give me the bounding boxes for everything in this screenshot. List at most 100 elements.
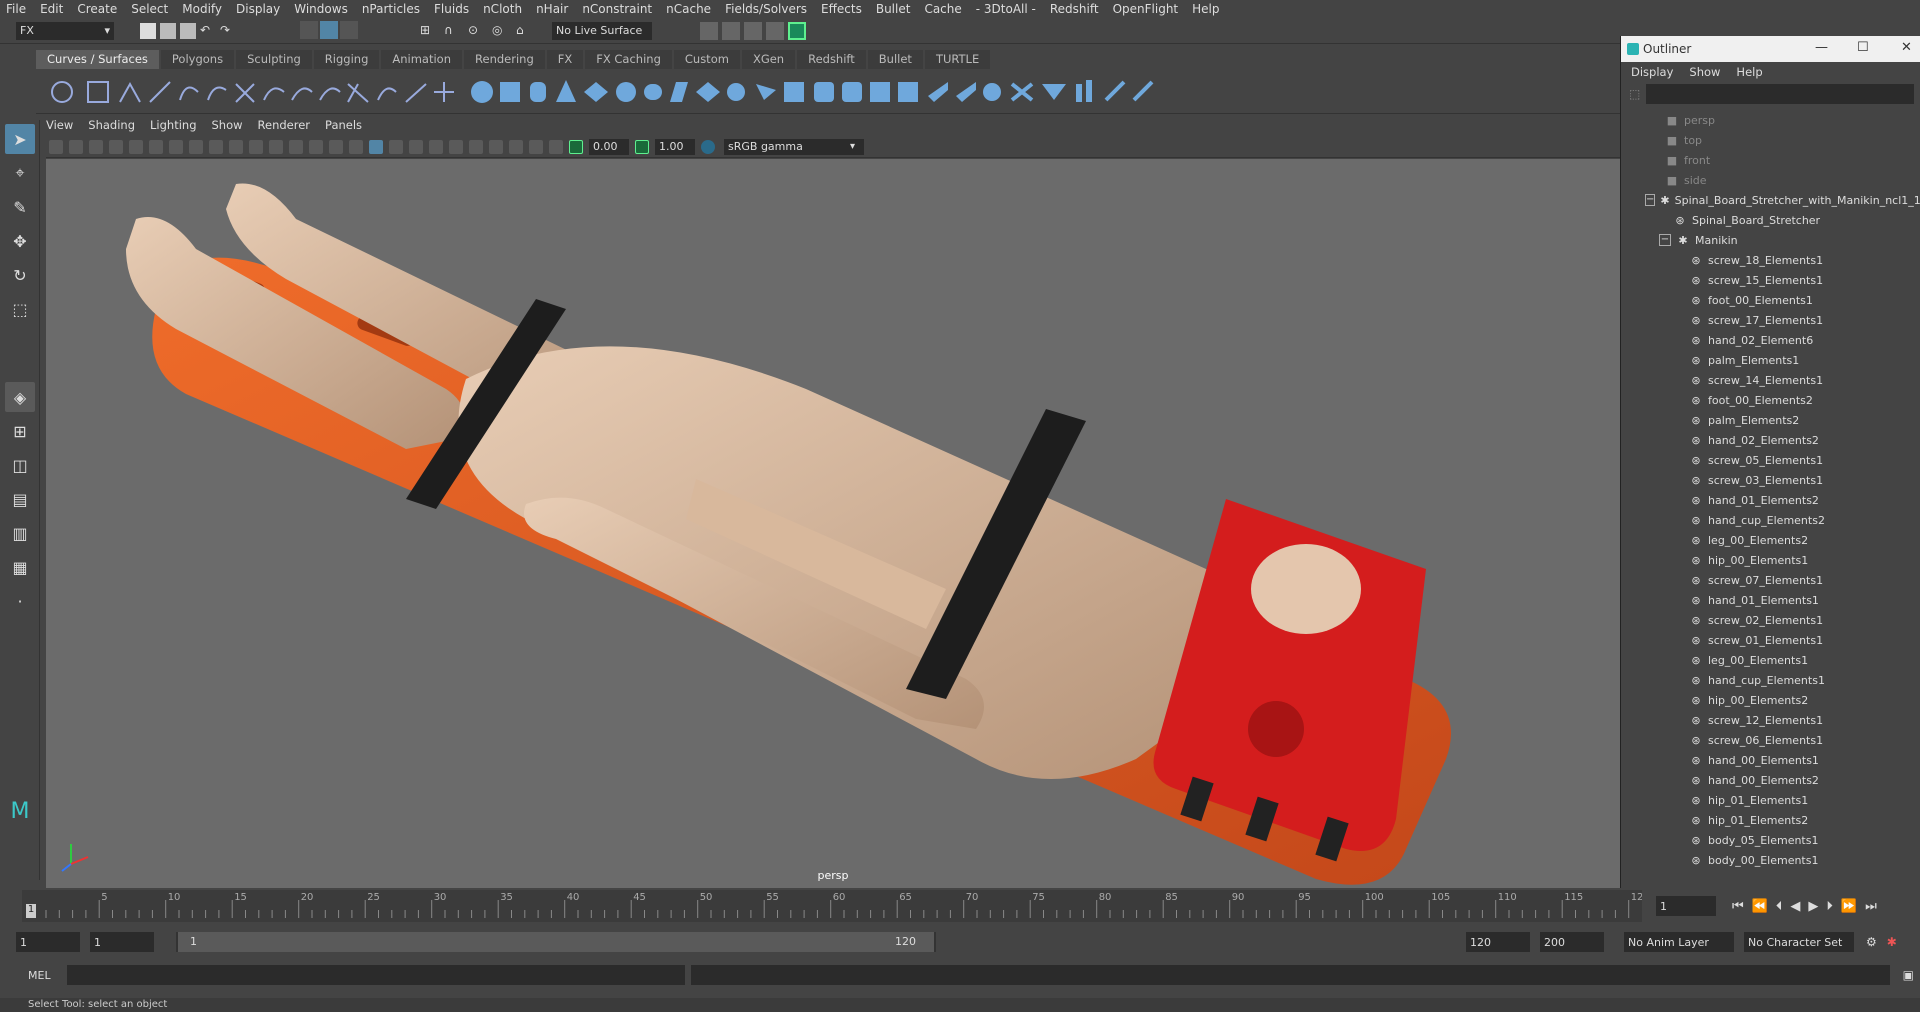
range-slider-handle[interactable] [178,932,934,952]
outliner-row[interactable]: ⊛ screw_15_Elements1 [1621,270,1920,290]
hypershade-icon[interactable] [788,22,806,40]
render-settings-icon[interactable] [766,22,784,40]
scale-tool-icon[interactable]: ⬚ [5,294,35,324]
panel-menu-renderer[interactable]: Renderer [258,118,311,136]
reverse-direction-icon[interactable] [1010,82,1034,102]
curve-intersect-icon[interactable] [235,83,255,103]
outliner-row[interactable]: ⊛ hand_cup_Elements1 [1621,670,1920,690]
outliner-row[interactable]: ⊛ screw_01_Elements1 [1621,630,1920,650]
perspective-viewport[interactable]: persp [46,159,1620,888]
animation-start-field[interactable]: 1 [16,932,80,952]
safe-action-icon[interactable] [249,139,263,154]
nurbs-cone-icon[interactable] [556,80,576,102]
outliner-row[interactable]: ⊛ hip_00_Elements1 [1621,550,1920,570]
menu-select[interactable]: Select [131,2,168,16]
go-to-start-icon[interactable]: ⏮ [1732,899,1744,914]
anim-layer-select[interactable]: No Anim Layer [1624,932,1734,952]
outliner-row[interactable]: ⊛ hip_01_Elements2 [1621,810,1920,830]
offset-curve-icon[interactable] [347,83,369,103]
play-forward-icon[interactable]: ▶ [1808,899,1818,914]
grid-toggle-icon[interactable] [149,139,163,154]
image-plane-icon[interactable] [89,139,103,154]
ep-curve-icon[interactable] [149,81,171,103]
exposure-field[interactable]: 0.00 [589,138,629,155]
camera-attributes-icon[interactable] [49,139,63,154]
outliner-row[interactable]: ⊛ Spinal_Board_Stretcher [1621,210,1920,230]
playback-start-field[interactable]: 1 [90,932,154,952]
character-set-select[interactable]: No Character Set [1744,932,1854,952]
outliner-row[interactable]: ⊛ palm_Elements2 [1621,410,1920,430]
menu--3dtoall-[interactable]: - 3DtoAll - [976,2,1036,16]
open-scene-icon[interactable] [160,23,176,39]
shelf-tab[interactable]: Rendering [464,50,545,69]
gate-mask-icon[interactable] [209,139,223,154]
nurbs-cube-icon[interactable] [500,82,520,102]
manikin-head[interactable] [1251,544,1361,634]
gamma-field[interactable]: 1.00 [655,138,695,155]
step-forward-key-icon[interactable]: ⏩ [1841,899,1857,914]
outliner-row[interactable]: ⊛ hand_01_Elements1 [1621,590,1920,610]
hypershade-layout-icon[interactable]: ▦ [5,552,35,582]
paint-select-icon[interactable]: ✎ [5,192,35,222]
save-scene-icon[interactable] [180,23,196,39]
ipr-render-icon[interactable] [744,22,762,40]
detach-curves-icon[interactable] [291,87,313,101]
surface-fillet-icon[interactable] [898,82,918,102]
step-forward-frame-icon[interactable]: ⏵ [1826,899,1833,914]
cv-curve-icon[interactable] [119,81,141,103]
sculpt-geometry-icon[interactable] [1104,80,1126,102]
outliner-row[interactable]: ⊛ hand_cup_Elements2 [1621,510,1920,530]
extrude-icon[interactable] [727,83,745,101]
outliner-search-input[interactable] [1646,84,1914,104]
preferences-icon[interactable]: ✱ [1887,935,1897,949]
shadows-icon[interactable] [389,139,403,154]
four-view-layout-icon[interactable]: ⊞ [5,416,35,446]
insert-isoparm-icon[interactable] [928,82,948,102]
current-frame-marker[interactable]: 1 [26,904,36,918]
use-all-lights-icon[interactable] [369,139,383,154]
outliner-row[interactable]: ⊛ hand_01_Elements2 [1621,490,1920,510]
time-slider[interactable]: 5 10 15 20 25 30 35 40 45 50 55 60 65 70 75 80 85 90 95 100… [22,890,1650,922]
menu-create[interactable]: Create [77,2,117,16]
outliner-row[interactable]: ⊛ palm_Elements1 [1621,350,1920,370]
nurbs-torus-icon[interactable] [616,82,636,102]
loft-icon[interactable] [670,82,688,102]
menuset-select[interactable]: FX ▾ [16,22,114,40]
curve-editing-icon[interactable] [434,82,454,102]
revolve-icon[interactable] [644,84,662,100]
menu-effects[interactable]: Effects [821,2,862,16]
menu-openflight[interactable]: OpenFlight [1113,2,1179,16]
outliner-row[interactable]: ⊛ screw_05_Elements1 [1621,450,1920,470]
trim-tool-icon[interactable] [1076,84,1082,102]
panel-menu-shading[interactable]: Shading [88,118,135,136]
outliner-row[interactable]: ⊛ screw_18_Elements1 [1621,250,1920,270]
shelf-tab[interactable]: Rigging [313,50,380,69]
outliner-row[interactable]: ⊛ hand_00_Elements2 [1621,770,1920,790]
range-slider[interactable]: 1 120 [176,932,936,952]
outliner-row[interactable]: ⊛ hand_00_Elements1 [1621,750,1920,770]
outliner-row[interactable]: ⊛ leg_00_Elements1 [1621,650,1920,670]
nurbs-cylinder-icon[interactable] [530,82,546,102]
xray-joints-icon[interactable] [529,139,543,154]
menu-file[interactable]: File [6,2,26,16]
film-gate-icon[interactable] [169,139,183,154]
panel-menu-show[interactable]: Show [212,118,243,136]
shelf-tab[interactable]: XGen [741,50,796,69]
grease-pencil-icon[interactable] [129,139,143,154]
new-scene-icon[interactable] [140,23,156,39]
nurbs-plane-icon[interactable] [584,82,608,102]
shelf-tab[interactable]: Redshift [797,50,866,69]
nurbs-sphere-icon[interactable] [471,81,493,103]
script-editor-icon[interactable]: ▣ [1903,968,1914,982]
snap-grid-icon[interactable]: ⊞ [420,23,436,39]
menu-ncache[interactable]: nCache [666,2,711,16]
command-language-label[interactable]: MEL [28,969,51,982]
render-view-icon[interactable] [700,22,718,40]
rebuild-curve-icon[interactable] [377,87,397,101]
outliner-row[interactable]: ⊛ leg_00_Elements2 [1621,530,1920,550]
ambient-occlusion-icon[interactable] [409,139,423,154]
exposure-icon[interactable] [569,139,583,154]
outliner-row[interactable]: ⊛ body_00_Elements1 [1621,850,1920,870]
play-backward-icon[interactable]: ◀ [1790,899,1800,914]
render-current-icon[interactable] [722,22,740,40]
